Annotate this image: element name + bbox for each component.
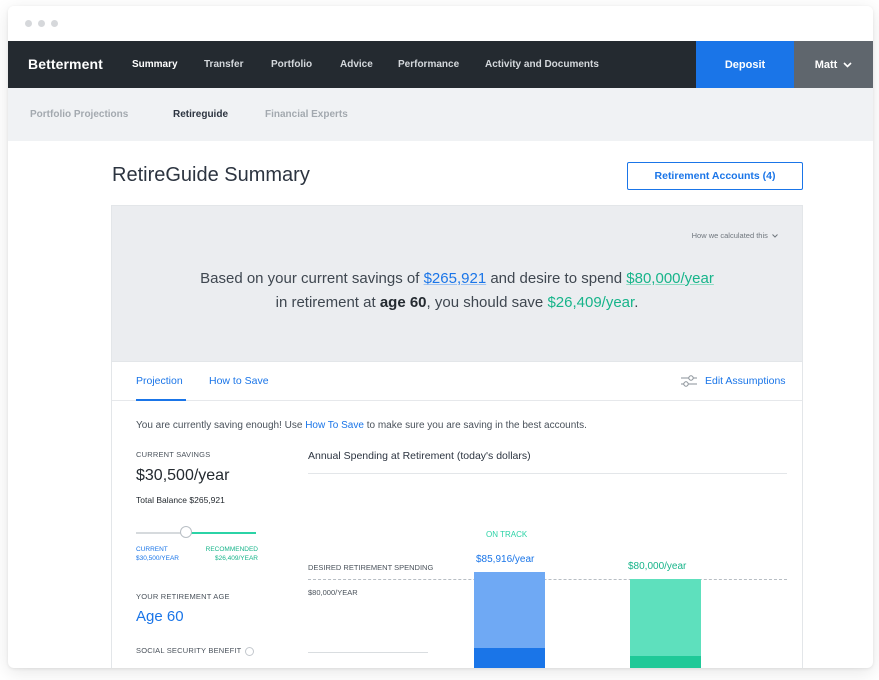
desired-spending-line bbox=[308, 579, 787, 580]
summary-text-4: , you should save bbox=[426, 294, 544, 311]
divider bbox=[308, 652, 428, 653]
chevron-down-icon bbox=[772, 234, 778, 238]
info-icon[interactable] bbox=[245, 646, 255, 656]
slider-recommended-title: RECOMMENDED bbox=[205, 546, 258, 553]
nav-item-summary[interactable]: Summary bbox=[132, 59, 178, 70]
chevron-down-icon bbox=[843, 61, 852, 68]
retirement-age-label: YOUR RETIREMENT AGE bbox=[136, 592, 230, 601]
social-security-label: SOCIAL SECURITY BENEFIT bbox=[136, 646, 255, 656]
retirement-age-input[interactable]: Age 60 bbox=[136, 608, 184, 625]
status-message: You are currently saving enough! Use How… bbox=[136, 420, 587, 431]
summary-text-2: and desire to spend bbox=[490, 270, 623, 287]
sliders-icon bbox=[681, 375, 697, 387]
window-control-dot[interactable] bbox=[38, 20, 45, 27]
nav-item-activity[interactable]: Activity and Documents bbox=[485, 59, 599, 70]
slider-recommended-label: RECOMMENDED $26,409/YEAR bbox=[196, 545, 258, 563]
edit-assumptions-label: Edit Assumptions bbox=[705, 375, 786, 387]
main-nav: Betterment Summary Transfer Portfolio Ad… bbox=[8, 41, 873, 88]
bar-value-label: $85,916/year bbox=[476, 554, 535, 565]
summary-text-1: Based on your current savings of bbox=[200, 270, 420, 287]
status-message-text-2: to make sure you are saving in the best … bbox=[366, 420, 587, 431]
edit-assumptions-button[interactable]: Edit Assumptions bbox=[680, 375, 786, 387]
retirement-age-value: age 60 bbox=[379, 294, 427, 311]
desired-spending-value: $80,000/YEAR bbox=[308, 588, 358, 597]
desired-spend-link[interactable]: $80,000/year bbox=[626, 270, 714, 287]
slider-current-value: $30,500/YEAR bbox=[136, 555, 180, 562]
subnav-item-retireguide[interactable]: Retireguide bbox=[173, 109, 228, 120]
how-to-save-link[interactable]: How To Save bbox=[305, 420, 364, 431]
browser-window: Betterment Summary Transfer Portfolio Ad… bbox=[8, 6, 873, 668]
social-security-label-text: SOCIAL SECURITY BENEFIT bbox=[136, 646, 242, 655]
retirement-accounts-button[interactable]: Retirement Accounts (4) bbox=[627, 162, 803, 190]
sub-nav: Portfolio Projections Retireguide Financ… bbox=[8, 88, 873, 141]
total-balance: Total Balance $265,921 bbox=[136, 495, 225, 505]
current-savings-label: CURRENT SAVINGS bbox=[136, 450, 211, 459]
panel-tabs: Projection How to Save Edit Assumptions bbox=[112, 362, 802, 401]
summary-text-3: in retirement at bbox=[275, 294, 376, 311]
how-calculated-toggle[interactable]: How we calculated this bbox=[692, 231, 778, 240]
projected-spending-bar-base bbox=[474, 648, 545, 668]
chart-title: Annual Spending at Retirement (today's d… bbox=[308, 450, 531, 462]
desired-spending-bar-base bbox=[630, 656, 701, 668]
user-menu-button[interactable]: Matt bbox=[794, 41, 873, 88]
savings-slider-handle[interactable] bbox=[180, 526, 192, 538]
retirement-accounts-label: Retirement Accounts (4) bbox=[654, 170, 776, 182]
deposit-button-label: Deposit bbox=[724, 58, 766, 71]
slider-recommended-value: $26,409/YEAR bbox=[214, 555, 258, 562]
slider-current-title: CURRENT bbox=[136, 546, 168, 553]
window-control-dot[interactable] bbox=[51, 20, 58, 27]
tab-projection[interactable]: Projection bbox=[136, 375, 183, 387]
should-save-value: $26,409/year bbox=[547, 294, 635, 311]
subnav-item-portfolio-projections[interactable]: Portfolio Projections bbox=[30, 109, 128, 120]
window-titlebar bbox=[8, 6, 873, 41]
nav-item-performance[interactable]: Performance bbox=[398, 59, 459, 70]
status-message-text-1: You are currently saving enough! Use bbox=[136, 420, 303, 431]
slider-current-label: CURRENT $30,500/YEAR bbox=[136, 545, 179, 563]
summary-text-5: . bbox=[634, 294, 639, 311]
on-track-badge: ON TRACK bbox=[486, 530, 528, 539]
active-tab-indicator bbox=[136, 399, 186, 401]
how-calculated-label: How we calculated this bbox=[691, 231, 768, 240]
user-name: Matt bbox=[814, 58, 838, 71]
subnav-item-financial-experts[interactable]: Financial Experts bbox=[265, 109, 348, 120]
current-savings-value[interactable]: $30,500/year bbox=[136, 467, 229, 485]
tab-how-to-save[interactable]: How to Save bbox=[209, 375, 269, 387]
chart-divider bbox=[308, 473, 787, 474]
desired-spending-label: DESIRED RETIREMENT SPENDING bbox=[308, 563, 434, 572]
nav-item-transfer[interactable]: Transfer bbox=[204, 59, 243, 70]
nav-item-advice[interactable]: Advice bbox=[340, 59, 373, 70]
page-title: RetireGuide Summary bbox=[112, 164, 310, 186]
brand-logo[interactable]: Betterment bbox=[28, 56, 103, 72]
summary-statement: Based on your current savings of $265,92… bbox=[112, 267, 802, 315]
savings-slider-fill bbox=[188, 532, 256, 534]
window-control-dot[interactable] bbox=[25, 20, 32, 27]
desired-spending-bar[interactable] bbox=[630, 579, 701, 668]
nav-item-portfolio[interactable]: Portfolio bbox=[271, 59, 312, 70]
current-savings-link[interactable]: $265,921 bbox=[424, 270, 487, 287]
summary-card: How we calculated this Based on your cur… bbox=[111, 205, 803, 362]
bar-value-label: $80,000/year bbox=[628, 561, 687, 572]
deposit-button[interactable]: Deposit bbox=[696, 41, 794, 88]
projection-panel: Projection How to Save Edit Assumptions … bbox=[111, 362, 803, 668]
